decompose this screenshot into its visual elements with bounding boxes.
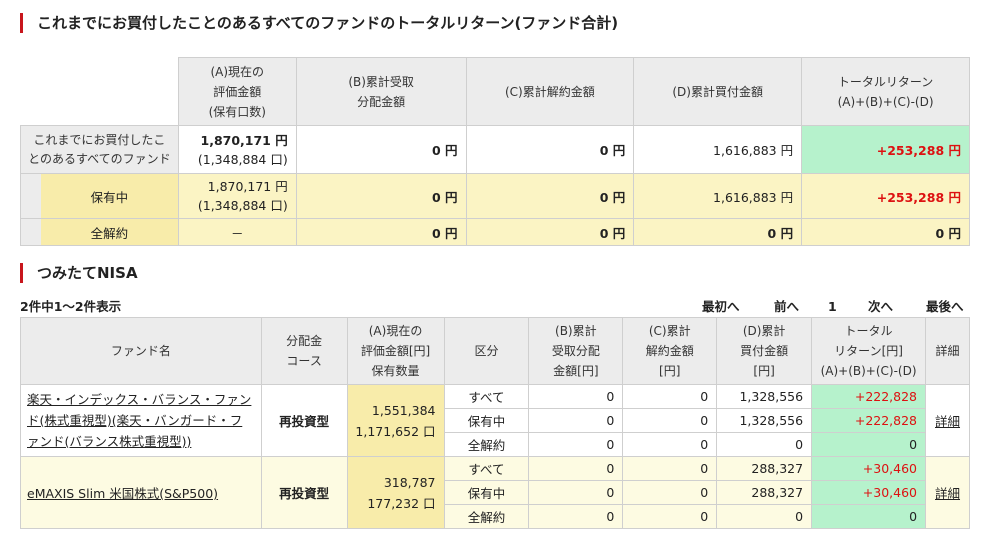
detail-link[interactable]: 詳細 <box>935 414 960 429</box>
col-total-return: トータル リターン[円] (A)+(B)+(C)-(D) <box>811 317 927 385</box>
redemptions-value: 0 <box>622 432 718 457</box>
total-return-table: (A)現在の 評価金額 (保有口数) (B)累計受取 分配金額 (C)累計解約金額 (… <box>20 57 970 246</box>
fund-course: 再投資型 <box>260 456 348 529</box>
value-a-all: 1,870,171 円 (1,348,884 口) <box>177 125 297 174</box>
purchases-value: 1,328,556 <box>716 408 813 433</box>
total-return-all: +253,288 円 <box>801 125 970 174</box>
kubun-closed: 全解約 <box>443 504 530 529</box>
table-row: 楽天・インデックス・バランス・ファンド(株式重視型)(楽天・バンガード・ファンド… <box>20 384 970 457</box>
pager-first[interactable]: 最初へ <box>702 298 740 316</box>
table-row: eMAXIS Slim 米国株式(S&P500) 再投資型 318,787 177… <box>20 456 970 529</box>
row-label-held: 保有中 <box>41 174 178 218</box>
pager-current: 1 <box>828 299 837 314</box>
header-b: (B)累計受取 分配金額 <box>295 57 467 126</box>
purchases-value: 1,328,556 <box>716 384 813 409</box>
dividends-value: 0 <box>528 432 624 457</box>
col-kubun: 区分 <box>443 317 530 385</box>
redemptions-value: 0 <box>622 384 718 409</box>
purchases-value: 0 <box>716 432 813 457</box>
nisa-fund-table: ファンド名 分配金 コース (A)現在の 評価金額[円] 保有数量 区分 (B)累計受… <box>20 317 970 529</box>
kubun-all: すべて <box>443 456 530 481</box>
fund-value: 1,551,384 1,171,652 口 <box>346 384 445 457</box>
header-d: (D)累計買付金額 <box>633 57 803 126</box>
section-title-nisa: つみたてNISA <box>20 263 138 283</box>
redemptions-value: 0 <box>622 480 718 505</box>
col-course: 分配金 コース <box>260 317 348 385</box>
value-d-closed: 0 円 <box>633 218 803 246</box>
value-a-held: 1,870,171 円 (1,348,884 口) <box>177 173 297 219</box>
fund-name-link[interactable]: eMAXIS Slim 米国株式(S&P500) <box>27 486 218 501</box>
header-e: トータルリターン (A)+(B)+(C)-(D) <box>801 57 970 126</box>
purchases-value: 0 <box>716 504 813 529</box>
row-label-all: これまでにお買付したこ とのあるすべてのファンド <box>20 125 179 174</box>
value-a-closed: － <box>177 218 297 246</box>
value-b-held: 0 円 <box>295 173 467 219</box>
fund-value: 318,787 177,232 口 <box>346 456 445 529</box>
fund-name-cell: 楽天・インデックス・バランス・ファンド(株式重視型)(楽天・バンガード・ファンド… <box>20 384 262 457</box>
summary-row-held: 保有中 1,870,171 円 (1,348,884 口) 0 円 0 円 1,6… <box>20 173 970 219</box>
value-c-closed: 0 円 <box>465 218 635 246</box>
value-b-all: 0 円 <box>295 125 467 174</box>
summary-row-closed: 全解約 － 0 円 0 円 0 円 0 円 <box>20 218 970 246</box>
dividends-value: 0 <box>528 480 624 505</box>
header-a: (A)現在の 評価金額 (保有口数) <box>177 57 297 126</box>
kubun-held: 保有中 <box>443 408 530 433</box>
total-return-held: +253,288 円 <box>801 173 970 219</box>
summary-row-all: これまでにお買付したこ とのあるすべてのファンド 1,870,171 円 (1,34… <box>20 125 970 174</box>
value-c-held: 0 円 <box>465 173 635 219</box>
kubun-held: 保有中 <box>443 480 530 505</box>
section-title-total-return: これまでにお買付したことのあるすべてのファンドのトータルリターン(ファンド合計) <box>20 13 618 33</box>
fund-name-link[interactable]: 楽天・インデックス・バランス・ファンド(株式重視型)(楽天・バンガード・ファンド… <box>27 392 251 449</box>
redemptions-value: 0 <box>622 504 718 529</box>
kubun-all: すべて <box>443 384 530 409</box>
col-fund-name: ファンド名 <box>20 317 262 385</box>
dividends-value: 0 <box>528 408 624 433</box>
fund-name-cell: eMAXIS Slim 米国株式(S&P500) <box>20 456 262 529</box>
total-return-value: 0 <box>811 504 927 529</box>
total-return-closed: 0 円 <box>801 218 970 246</box>
col-redemptions: (C)累計 解約金額 [円] <box>622 317 718 385</box>
purchases-value: 288,327 <box>716 456 813 481</box>
header-c: (C)累計解約金額 <box>465 57 635 126</box>
row-label-closed: 全解約 <box>41 219 178 245</box>
fund-course: 再投資型 <box>260 384 348 457</box>
dividends-value: 0 <box>528 384 624 409</box>
row-label-closed-cell: 全解約 <box>20 218 179 246</box>
detail-link[interactable]: 詳細 <box>935 486 960 501</box>
col-dividends: (B)累計 受取分配 金額[円] <box>528 317 624 385</box>
total-return-value: +222,828 <box>811 384 927 409</box>
col-purchases: (D)累計 買付金額 [円] <box>716 317 813 385</box>
result-count: 2件中1～2件表示 <box>20 299 122 314</box>
col-detail: 詳細 <box>925 317 970 385</box>
redemptions-value: 0 <box>622 408 718 433</box>
value-c-all: 0 円 <box>465 125 635 174</box>
total-return-value: +30,460 <box>811 480 927 505</box>
value-d-all: 1,616,883 円 <box>633 125 803 174</box>
kubun-closed: 全解約 <box>443 432 530 457</box>
detail-cell: 詳細 <box>925 456 970 529</box>
value-d-held: 1,616,883 円 <box>633 173 803 219</box>
total-return-value: +222,828 <box>811 408 927 433</box>
purchases-value: 288,327 <box>716 480 813 505</box>
dividends-value: 0 <box>528 456 624 481</box>
blank-corner <box>20 57 179 126</box>
total-return-value: +30,460 <box>811 456 927 481</box>
pager-last[interactable]: 最後へ <box>926 298 964 316</box>
redemptions-value: 0 <box>622 456 718 481</box>
col-value: (A)現在の 評価金額[円] 保有数量 <box>346 317 445 385</box>
value-b-closed: 0 円 <box>295 218 467 246</box>
row-label-held-cell: 保有中 <box>20 173 179 219</box>
detail-cell: 詳細 <box>925 384 970 457</box>
dividends-value: 0 <box>528 504 624 529</box>
pager-prev[interactable]: 前へ <box>774 298 799 316</box>
pager-next[interactable]: 次へ <box>868 298 893 316</box>
total-return-value: 0 <box>811 432 927 457</box>
